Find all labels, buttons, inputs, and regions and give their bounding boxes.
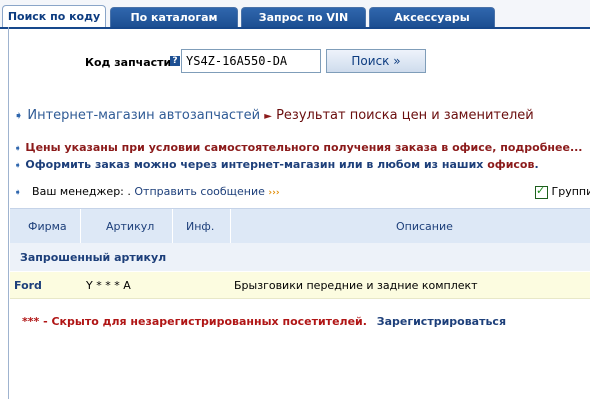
order-note-end: . <box>534 158 539 171</box>
column-header-article[interactable]: Артикул <box>106 220 154 233</box>
tab-bar: Поиск по коду По каталогам Запрос по VIN… <box>0 0 590 29</box>
column-divider <box>172 209 173 243</box>
breadcrumb-home-link[interactable]: Интернет-магазин автозапчастей <box>27 108 260 123</box>
breadcrumb-current: Результат поиска цен и заменителей <box>276 108 534 123</box>
search-form: Код запчасти: ? Поиск » <box>0 49 590 75</box>
breadcrumb-separator-icon: ► <box>264 111 272 122</box>
column-header-description: Описание <box>396 220 453 233</box>
group-toggle[interactable]: Группир <box>535 184 590 199</box>
order-note-text: Оформить заказ можно через интернет-мага… <box>25 158 488 171</box>
chevrons-right-icon: ››› <box>268 188 280 198</box>
table-row[interactable]: Ford Y * * * A Брызговики передние и зад… <box>10 272 590 299</box>
search-button[interactable]: Поиск » <box>326 49 426 73</box>
row-description: Брызговики передние и задние комплект <box>234 279 478 292</box>
arrow-right-icon: ➧ <box>14 109 24 122</box>
part-code-label: Код запчасти: <box>85 56 176 69</box>
column-header-brand[interactable]: Фирма <box>28 220 67 233</box>
column-divider <box>230 209 231 243</box>
prices-details-link[interactable]: подробнее... <box>500 141 582 154</box>
offices-link[interactable]: офисов <box>487 158 534 171</box>
tab-vin-request[interactable]: Запрос по VIN <box>241 7 366 27</box>
page: Поиск по коду По каталогам Запрос по VIN… <box>0 0 590 399</box>
row-brand: Ford <box>14 279 42 292</box>
help-icon[interactable]: ? <box>170 56 180 66</box>
manager-label: Ваш менеджер: . <box>32 185 135 198</box>
requested-article-heading: Запрошенный артикул <box>20 251 167 264</box>
part-code-input[interactable] <box>181 49 321 73</box>
prices-note: ➧ Цены указаны при условии самостоятельн… <box>14 141 582 154</box>
prices-note-text: Цены указаны при условии самостоятельног… <box>25 141 501 154</box>
tab-search-by-code[interactable]: Поиск по коду <box>2 5 106 27</box>
group-checkbox-label: Группир <box>551 185 590 198</box>
hidden-notice: *** - Скрыто для незарегистрированных по… <box>22 315 506 328</box>
tab-accessories[interactable]: Аксессуары <box>369 7 495 27</box>
row-article: Y * * * A <box>86 279 131 292</box>
register-link[interactable]: Зарегистрироваться <box>377 315 506 328</box>
bullet-arrow-icon: ➧ <box>14 161 22 171</box>
breadcrumb: ➧ Интернет-магазин автозапчастей ► Резул… <box>14 108 534 123</box>
hidden-notice-text: *** - Скрыто для незарегистрированных по… <box>22 315 367 328</box>
group-checkbox[interactable] <box>535 184 548 199</box>
send-message-link[interactable]: Отправить сообщение <box>134 185 265 198</box>
bullet-arrow-icon: ➧ <box>14 188 22 198</box>
manager-line: ➧ Ваш менеджер: . Отправить сообщение ››… <box>14 185 280 198</box>
column-header-info: Инф. <box>186 220 215 233</box>
results-table-header: Фирма Артикул Инф. Описание <box>10 208 590 244</box>
left-border <box>8 27 9 399</box>
column-divider <box>80 209 81 243</box>
order-note: ➧ Оформить заказ можно через интернет-ма… <box>14 158 539 171</box>
bullet-arrow-icon: ➧ <box>14 144 22 154</box>
tab-catalogs[interactable]: По каталогам <box>110 7 238 27</box>
requested-article-section: Запрошенный артикул <box>10 243 590 271</box>
